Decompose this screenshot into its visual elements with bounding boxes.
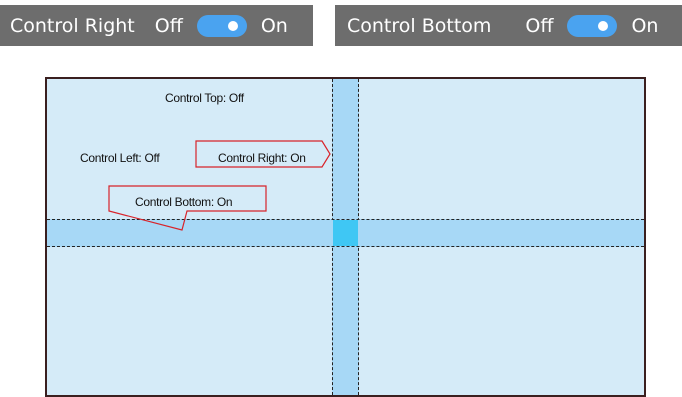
control-right-toolbar: Control Right Off On	[0, 5, 313, 46]
control-top-status: Control Top: Off	[165, 91, 244, 105]
control-bottom-status: Control Bottom: On	[135, 195, 233, 209]
control-right-off-label: Off	[154, 14, 183, 37]
toggle-knob	[227, 20, 238, 31]
toggle-knob	[598, 20, 609, 31]
control-right-label: Control Right	[10, 14, 135, 37]
control-bottom-off-label: Off	[525, 14, 554, 37]
control-right-status: Control Right: On	[218, 151, 306, 165]
control-bottom-on-label: On	[631, 14, 659, 37]
control-bottom-toolbar: Control Bottom Off On	[335, 5, 682, 46]
control-bottom-toggle[interactable]	[567, 14, 618, 37]
control-bottom-label: Control Bottom	[347, 14, 492, 37]
control-right-on-label: On	[260, 14, 288, 37]
canvas-area[interactable]: Control Top: Off Control Left: Off Contr…	[45, 77, 646, 397]
control-right-toggle[interactable]	[196, 14, 247, 37]
control-left-status: Control Left: Off	[80, 151, 160, 165]
callout-shapes	[108, 140, 331, 231]
